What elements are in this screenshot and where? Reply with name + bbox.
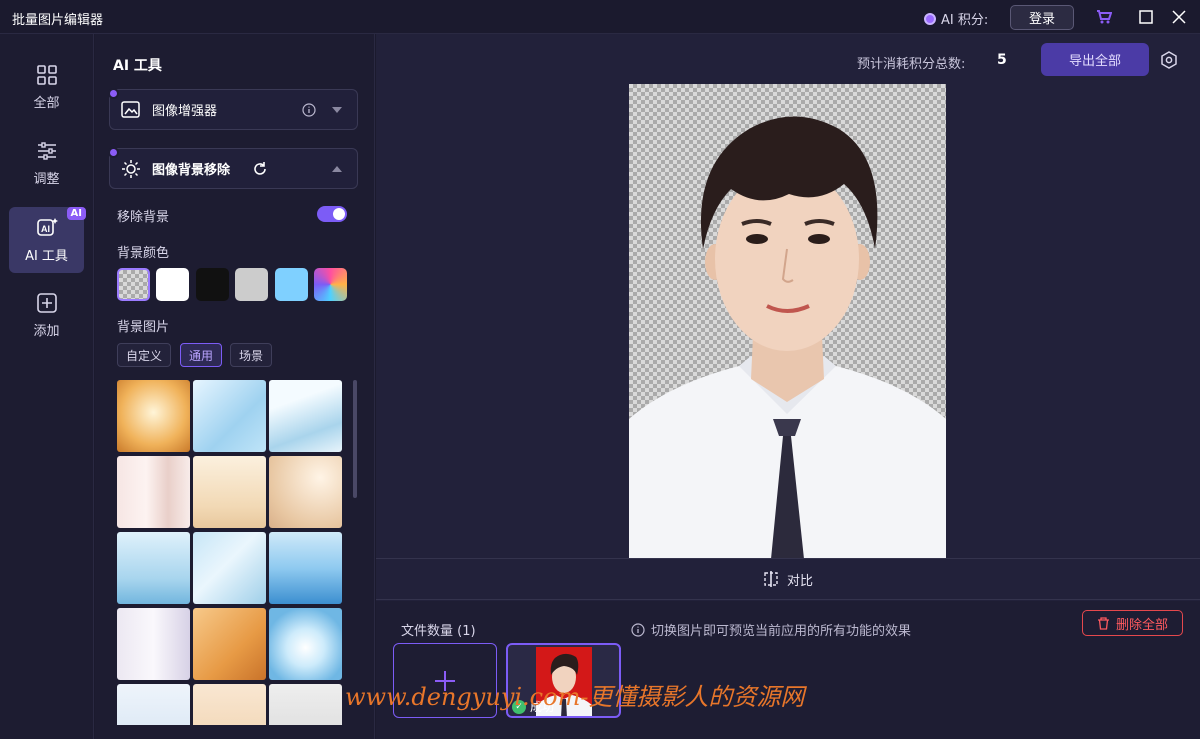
hint-label: 切换图片即可预览当前应用的所有功能的效果 (651, 624, 912, 639)
bg-thumb[interactable] (117, 684, 190, 725)
ai-icon: AI (36, 217, 58, 236)
portrait-photo (629, 116, 946, 559)
bg-thumb[interactable] (117, 608, 190, 680)
tools-panel: AI 工具 图像增强器 图像背景移除 移除背景 背景颜色 背景图片 自定义 通用… (95, 34, 375, 739)
compare-button[interactable]: 对比 (376, 558, 1200, 600)
bg-thumb[interactable] (193, 608, 266, 680)
nav-item-all[interactable]: 全部 (9, 54, 84, 120)
points-label: AI 积分: (941, 13, 989, 28)
chevron-up-icon[interactable] (332, 166, 342, 172)
swatch-black[interactable] (196, 268, 229, 301)
app-title: 批量图片编辑器 (12, 13, 104, 28)
cart-icon[interactable] (1096, 10, 1112, 24)
bg-color-label: 背景颜色 (117, 246, 170, 261)
nav-item-add[interactable]: 添加 (9, 282, 84, 348)
tool-label: 图像增强器 (152, 104, 218, 119)
settings-icon[interactable] (1160, 51, 1178, 69)
ai-corner-badge (108, 147, 119, 158)
chevron-down-icon[interactable] (332, 107, 342, 113)
bg-thumb[interactable] (269, 608, 342, 680)
bg-thumb[interactable] (193, 532, 266, 604)
ai-badge: AI (66, 207, 86, 220)
swatch-blue[interactable] (275, 268, 308, 301)
main-area: 预计消耗积分总数: 5 导出全部 对比 文件数量 (1) 切换图片即可预览当前应… (376, 34, 1200, 739)
bg-thumb[interactable] (269, 532, 342, 604)
nav-item-adjust[interactable]: 调整 (9, 130, 84, 196)
bg-thumb[interactable] (117, 532, 190, 604)
bg-thumb[interactable] (117, 456, 190, 528)
info-icon[interactable] (302, 103, 316, 117)
hint-text: 切换图片即可预览当前应用的所有功能的效果 (631, 620, 911, 639)
bg-thumb[interactable] (269, 684, 342, 725)
svg-text:AI: AI (41, 224, 50, 234)
ai-points: AI 积分: (924, 9, 988, 28)
bg-image-grid (117, 380, 345, 725)
tool-background-remover[interactable]: 图像背景移除 (108, 147, 358, 189)
refresh-icon[interactable] (252, 161, 268, 177)
sliders-icon (37, 141, 56, 160)
bg-thumb[interactable] (193, 684, 266, 725)
total-points-label: 预计消耗积分总数: (857, 57, 966, 72)
delete-all-label: 删除全部 (1115, 617, 1168, 633)
preview-image (629, 84, 946, 559)
nav-item-ai-tools[interactable]: AI AI AI 工具 (9, 207, 86, 273)
ai-corner-badge (108, 88, 119, 99)
file-count: 文件数量 (1) (401, 624, 476, 639)
grid-icon (36, 64, 57, 85)
info-icon (631, 622, 645, 637)
nav-label: 添加 (33, 323, 60, 339)
export-all-button[interactable]: 导出全部 (1041, 43, 1149, 76)
tab-custom[interactable]: 自定义 (117, 343, 172, 367)
nav-label: AI 工具 (25, 248, 68, 264)
remove-bg-label: 移除背景 (117, 210, 170, 225)
tab-general[interactable]: 通用 (180, 343, 223, 367)
bg-remove-icon (122, 159, 140, 178)
image-enhance-icon (121, 100, 140, 118)
bg-image-label: 背景图片 (117, 320, 170, 335)
bg-thumb[interactable] (117, 380, 190, 452)
nav-label: 调整 (33, 171, 60, 187)
compare-icon (764, 571, 778, 587)
watermark-text: www.dengyuyi.com-更懂摄影人的资源网 (345, 683, 805, 711)
close-icon[interactable] (1172, 10, 1186, 24)
login-button[interactable]: 登录 (1010, 5, 1074, 30)
title-bar: 批量图片编辑器 AI 积分: 登录 (0, 0, 1200, 34)
swatch-white[interactable] (156, 268, 189, 301)
maximize-icon[interactable] (1139, 10, 1153, 24)
toggle-knob (333, 208, 345, 220)
tab-scene[interactable]: 场景 (230, 343, 273, 367)
delete-all-button[interactable]: 删除全部 (1082, 610, 1183, 636)
bg-thumb[interactable] (193, 380, 266, 452)
panel-title: AI 工具 (113, 58, 162, 74)
bg-thumb[interactable] (269, 380, 342, 452)
total-points-value: 5 (997, 52, 1007, 68)
trash-icon (1097, 616, 1109, 630)
tool-label: 图像背景移除 (152, 163, 231, 178)
tool-image-enhancer[interactable]: 图像增强器 (108, 88, 358, 130)
swatch-transparent[interactable] (117, 268, 150, 301)
file-strip: 文件数量 (1) 切换图片即可预览当前应用的所有功能的效果 删除全部 ✓ 成功 (376, 601, 1200, 739)
thumb-scrollbar[interactable] (353, 380, 357, 498)
left-nav: 全部 调整 AI AI AI 工具 添加 (0, 34, 94, 739)
compare-label: 对比 (786, 573, 813, 589)
swatch-gray[interactable] (235, 268, 268, 301)
swatch-custom-color[interactable] (314, 268, 347, 301)
remove-bg-toggle[interactable] (317, 206, 347, 222)
nav-label: 全部 (33, 95, 60, 111)
bg-thumb[interactable] (193, 456, 266, 528)
points-icon (924, 12, 936, 25)
bg-thumb[interactable] (269, 456, 342, 528)
plus-square-icon (36, 292, 57, 313)
